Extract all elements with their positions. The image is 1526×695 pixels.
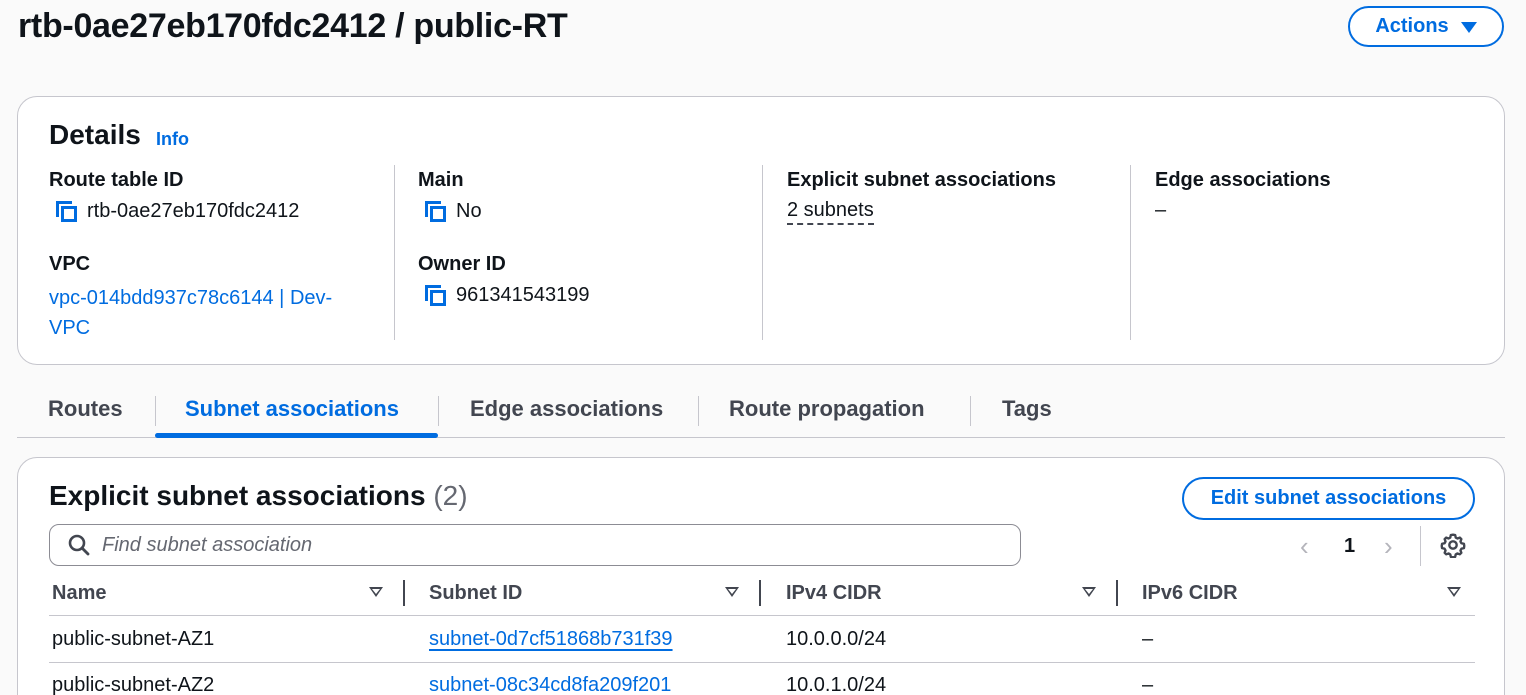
table-cell-name: public-subnet-AZ2 bbox=[52, 674, 215, 695]
copy-icon[interactable] bbox=[422, 198, 448, 224]
associations-count: (2) bbox=[433, 480, 468, 511]
tab-bar: Routes Subnet associations Edge associat… bbox=[17, 384, 1505, 438]
owner-id-value: 961341543199 bbox=[422, 282, 589, 308]
tab-route-propagation[interactable]: Route propagation bbox=[729, 396, 925, 422]
vpc-link-line2[interactable]: VPC bbox=[49, 317, 90, 339]
column-divider bbox=[762, 165, 763, 340]
main-text: No bbox=[456, 199, 482, 222]
table-cell-name: public-subnet-AZ1 bbox=[52, 628, 215, 650]
details-heading: Details bbox=[49, 119, 141, 150]
actions-button[interactable]: Actions bbox=[1348, 6, 1504, 47]
tab-separator bbox=[438, 396, 439, 426]
column-resizer[interactable] bbox=[759, 580, 761, 606]
tab-edge-associations[interactable]: Edge associations bbox=[470, 396, 663, 422]
associations-title: Explicit subnet associations bbox=[49, 480, 426, 511]
associations-heading: Explicit subnet associations (2) bbox=[49, 480, 468, 512]
chevron-left-icon[interactable]: ‹ bbox=[1300, 533, 1309, 559]
tab-routes[interactable]: Routes bbox=[48, 396, 123, 422]
sort-icon[interactable] bbox=[1082, 587, 1096, 597]
table-cell-ipv4: 10.0.0.0/24 bbox=[786, 628, 887, 650]
page-title: rtb-0ae27eb170fdc2412 / public-RT bbox=[18, 7, 568, 45]
vpc-label: VPC bbox=[49, 253, 91, 275]
column-resizer[interactable] bbox=[403, 580, 405, 606]
route-table-id-text: rtb-0ae27eb170fdc2412 bbox=[87, 199, 300, 222]
subnet-id-link[interactable]: subnet-08c34cd8fa209f201 bbox=[429, 674, 671, 695]
column-resizer[interactable] bbox=[1116, 580, 1118, 606]
explicit-associations-link[interactable]: 2 subnets bbox=[787, 199, 874, 225]
info-link[interactable]: Info bbox=[156, 129, 189, 150]
sort-icon[interactable] bbox=[725, 587, 739, 597]
column-header-name[interactable]: Name bbox=[52, 582, 106, 605]
table-cell-ipv6: – bbox=[1142, 628, 1154, 650]
table-cell-ipv6: – bbox=[1142, 674, 1154, 695]
explicit-associations-label: Explicit subnet associations bbox=[787, 169, 1056, 191]
edge-associations-label: Edge associations bbox=[1155, 169, 1331, 191]
edge-associations-value: – bbox=[1155, 199, 1167, 221]
search-input[interactable] bbox=[102, 533, 1002, 557]
subnet-associations-panel: Explicit subnet associations (2) Edit su… bbox=[17, 457, 1505, 695]
column-header-ipv4-cidr[interactable]: IPv4 CIDR bbox=[786, 582, 882, 605]
main-value: No bbox=[422, 198, 482, 224]
active-tab-indicator bbox=[155, 433, 438, 438]
column-header-ipv6-cidr[interactable]: IPv6 CIDR bbox=[1142, 582, 1238, 605]
gear-icon[interactable] bbox=[1440, 532, 1466, 558]
owner-id-text: 961341543199 bbox=[456, 283, 590, 306]
copy-icon[interactable] bbox=[53, 198, 79, 224]
column-divider bbox=[394, 165, 395, 340]
chevron-right-icon[interactable]: › bbox=[1384, 533, 1393, 559]
explicit-associations-value[interactable]: 2 subnets bbox=[787, 199, 874, 225]
owner-id-label: Owner ID bbox=[418, 253, 506, 275]
table-cell-ipv4: 10.0.1.0/24 bbox=[786, 674, 887, 695]
subnet-id-link[interactable]: subnet-0d7cf51868b731f39 bbox=[429, 628, 673, 651]
copy-icon[interactable] bbox=[422, 282, 448, 308]
search-icon bbox=[68, 534, 90, 556]
tab-separator bbox=[970, 396, 971, 426]
tab-separator bbox=[155, 396, 156, 426]
route-table-id-value: rtb-0ae27eb170fdc2412 bbox=[53, 198, 299, 224]
caret-down-icon bbox=[1460, 22, 1477, 33]
edit-subnet-associations-button[interactable]: Edit subnet associations bbox=[1182, 477, 1475, 520]
vpc-link-line1[interactable]: vpc-014bdd937c78c6144 | Dev- bbox=[49, 287, 332, 309]
search-field[interactable] bbox=[49, 524, 1021, 566]
column-divider bbox=[1130, 165, 1131, 340]
tab-tags[interactable]: Tags bbox=[1002, 396, 1052, 422]
main-label: Main bbox=[418, 169, 464, 191]
table-row-divider bbox=[49, 662, 1475, 663]
column-header-subnet-id[interactable]: Subnet ID bbox=[429, 582, 522, 605]
tab-separator bbox=[698, 396, 699, 426]
tab-subnet-associations[interactable]: Subnet associations bbox=[185, 396, 399, 422]
actions-label: Actions bbox=[1375, 15, 1449, 37]
pager-divider bbox=[1420, 526, 1421, 566]
table-header-divider bbox=[49, 615, 1475, 616]
vpc-link[interactable]: vpc-014bdd937c78c6144 | Dev- VPC bbox=[49, 283, 379, 343]
page-number[interactable]: 1 bbox=[1344, 535, 1355, 558]
details-panel: Details Info Route table ID rtb-0ae27eb1… bbox=[17, 96, 1505, 365]
route-table-id-label: Route table ID bbox=[49, 169, 184, 191]
sort-icon[interactable] bbox=[1447, 587, 1461, 597]
sort-icon[interactable] bbox=[369, 587, 383, 597]
